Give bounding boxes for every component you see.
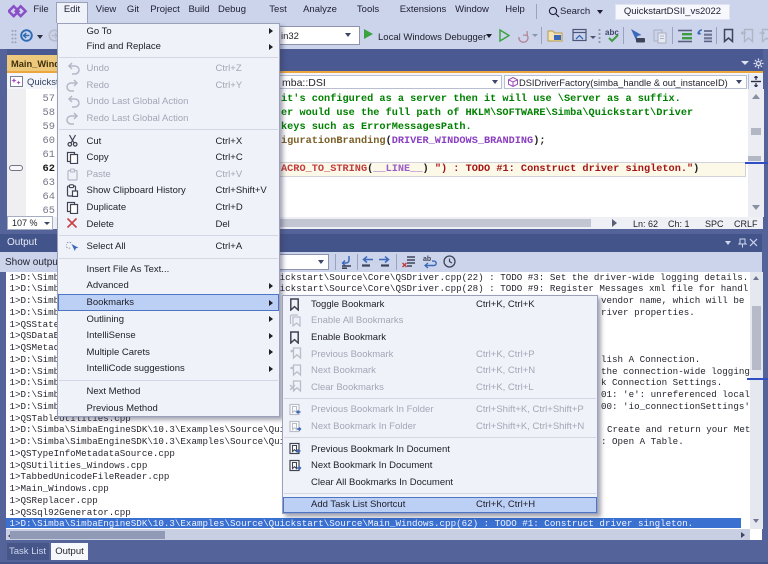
svg-text:ab: ab: [423, 256, 431, 263]
